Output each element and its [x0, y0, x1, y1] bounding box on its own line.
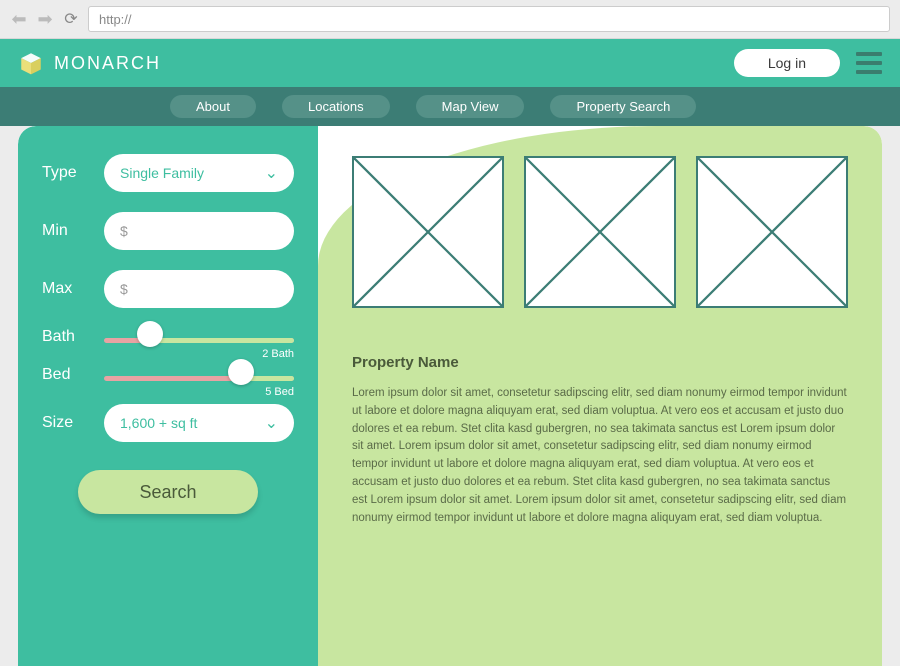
search-button[interactable]: Search: [78, 470, 258, 514]
min-placeholder: $: [120, 223, 128, 239]
bath-slider[interactable]: 2 Bath: [104, 332, 294, 343]
login-button[interactable]: Log in: [734, 49, 840, 77]
url-bar[interactable]: http://: [88, 6, 890, 32]
nav-tab-mapview[interactable]: Map View: [416, 95, 525, 118]
bed-slider-thumb[interactable]: [228, 359, 254, 385]
hamburger-menu-icon[interactable]: [856, 52, 882, 74]
size-select[interactable]: 1,600 + sq ft ⌄: [104, 404, 294, 442]
filter-sidebar: Type Single Family ⌄ Min $ Max $ Bath: [18, 126, 318, 666]
filter-max: Max $: [42, 270, 294, 308]
bed-slider-value: 5 Bed: [265, 386, 294, 398]
max-placeholder: $: [120, 281, 128, 297]
property-image-placeholder[interactable]: [352, 156, 504, 308]
filter-max-label: Max: [42, 280, 90, 298]
min-price-input[interactable]: $: [104, 212, 294, 250]
nav-tab-about[interactable]: About: [170, 95, 256, 118]
nav-tab-property-search[interactable]: Property Search: [550, 95, 696, 118]
nav-tab-locations[interactable]: Locations: [282, 95, 390, 118]
bed-slider[interactable]: 5 Bed: [104, 370, 294, 381]
brand-logo[interactable]: MONARCH: [18, 50, 161, 76]
filter-bed: Bed 5 Bed: [42, 366, 294, 384]
filter-min: Min $: [42, 212, 294, 250]
site-header: MONARCH Log in: [0, 39, 900, 87]
url-text: http://: [99, 12, 132, 27]
browser-toolbar: ⬅ ➡ ⟳ http://: [0, 0, 900, 39]
filter-size-label: Size: [42, 414, 90, 432]
box-icon: [18, 50, 44, 76]
brand-name: MONARCH: [54, 53, 161, 74]
chevron-down-icon: ⌄: [265, 413, 278, 433]
property-image-placeholder[interactable]: [696, 156, 848, 308]
property-image-placeholder[interactable]: [524, 156, 676, 308]
size-select-value: 1,600 + sq ft: [120, 415, 197, 431]
filter-size: Size 1,600 + sq ft ⌄: [42, 404, 294, 442]
filter-bed-label: Bed: [42, 366, 90, 384]
chevron-down-icon: ⌄: [265, 163, 278, 183]
max-price-input[interactable]: $: [104, 270, 294, 308]
filter-type: Type Single Family ⌄: [42, 154, 294, 192]
property-description: Lorem ipsum dolor sit amet, consetetur s…: [352, 385, 848, 528]
property-title: Property Name: [352, 354, 848, 371]
content-panel: Property Name Lorem ipsum dolor sit amet…: [318, 126, 882, 666]
bath-slider-value: 2 Bath: [262, 348, 294, 360]
bath-slider-thumb[interactable]: [137, 321, 163, 347]
main-nav: About Locations Map View Property Search: [0, 87, 900, 126]
back-arrow-icon[interactable]: ⬅: [10, 9, 28, 30]
property-image-row: [352, 156, 848, 308]
refresh-icon[interactable]: ⟳: [62, 9, 80, 29]
filter-bath-label: Bath: [42, 328, 90, 346]
type-select[interactable]: Single Family ⌄: [104, 154, 294, 192]
type-select-value: Single Family: [120, 165, 204, 181]
forward-arrow-icon[interactable]: ➡: [36, 9, 54, 30]
filter-min-label: Min: [42, 222, 90, 240]
filter-bath: Bath 2 Bath: [42, 328, 294, 346]
filter-type-label: Type: [42, 164, 90, 182]
